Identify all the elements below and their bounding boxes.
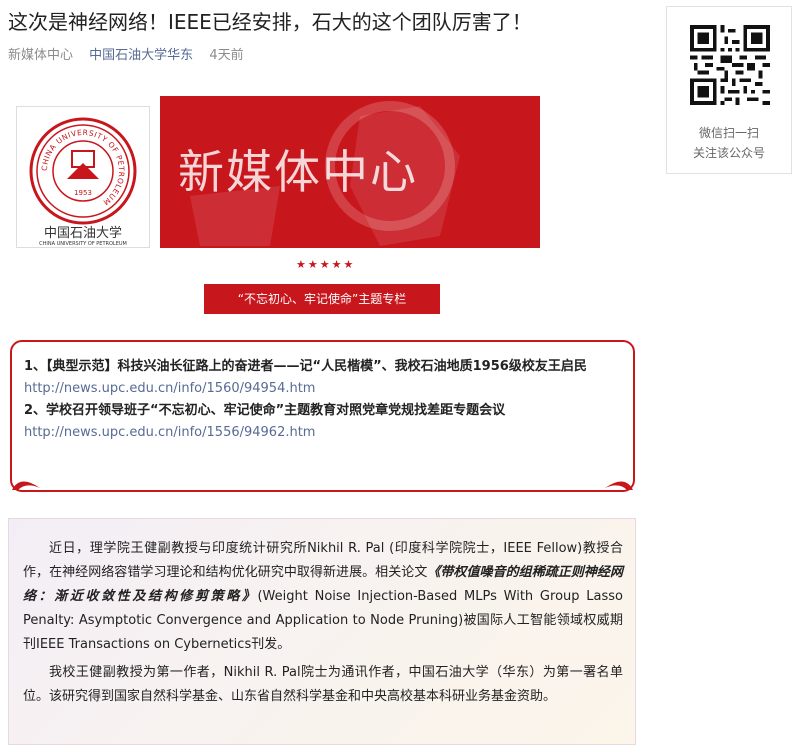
theme-column-button[interactable]: “不忘初心、牢记使命”主题专栏	[204, 284, 440, 314]
related-links-list: 1、【典型示范】科技兴油长征路上的奋进者——记“人民楷模”、我校石油地质1956…	[24, 356, 624, 444]
corner-ornament-left	[12, 481, 40, 490]
header-banner: CHINA UNIVERSITY OF PETROLEUM 1953 中国石油大…	[0, 88, 640, 328]
qr-caption-line2: 关注该公众号	[692, 146, 765, 160]
article-title: 这次是神经网络！IEEE已经安排，石大的这个团队厉害了！	[8, 10, 532, 34]
link-item-2-url[interactable]: http://news.upc.edu.cn/info/1556/94962.h…	[24, 422, 624, 444]
corner-ornament-right	[605, 481, 633, 490]
qr-caption-line1: 微信扫一扫	[698, 126, 759, 140]
link-item-1-url[interactable]: http://news.upc.edu.cn/info/1560/94954.h…	[24, 378, 624, 400]
qr-panel: 微信扫一扫 关注该公众号	[666, 6, 792, 174]
article-meta: 新媒体中心 中国石油大学华东 4天前	[8, 46, 244, 66]
publish-time: 4天前	[209, 48, 244, 63]
article-body: 近日，理学院王健副教授与印度统计研究所Nikhil R. Pal (印度科学院院…	[23, 537, 623, 713]
source-label: 新媒体中心	[8, 48, 74, 63]
link-item-1-title: 1、【典型示范】科技兴油长征路上的奋进者——记“人民楷模”、我校石油地质1956…	[24, 359, 587, 374]
svg-text:1953: 1953	[74, 189, 92, 197]
svg-text:中国石油大学: 中国石油大学	[44, 225, 122, 241]
account-link[interactable]: 中国石油大学华东	[89, 48, 193, 63]
article-body-box: 近日，理学院王健副教授与印度统计研究所Nikhil R. Pal (印度科学院院…	[8, 518, 636, 745]
university-seal-image: CHINA UNIVERSITY OF PETROLEUM 1953 中国石油大…	[29, 117, 137, 247]
link-item-2-title: 2、学校召开领导班子“不忘初心、牢记使命”主题教育对照党章党规找差距专题会议	[24, 403, 506, 418]
article-paragraph-1: 近日，理学院王健副教授与印度统计研究所Nikhil R. Pal (印度科学院院…	[23, 537, 623, 657]
panel-title: 新媒体中心	[178, 145, 418, 199]
qr-caption: 微信扫一扫 关注该公众号	[667, 123, 791, 163]
stars-decoration: ★★★★★	[296, 258, 356, 271]
new-media-center-panel: 新媒体中心	[160, 96, 540, 248]
university-logo: CHINA UNIVERSITY OF PETROLEUM 1953 中国石油大…	[16, 106, 150, 248]
related-links-box: 1、【典型示范】科技兴油长征路上的奋进者——记“人民楷模”、我校石油地质1956…	[10, 340, 635, 492]
qr-code-image	[690, 25, 770, 105]
svg-text:CHINA UNIVERSITY OF PETROLEUM: CHINA UNIVERSITY OF PETROLEUM	[39, 241, 127, 247]
article-paragraph-2: 我校王健副教授为第一作者，Nikhil R. Pal院士为通讯作者，中国石油大学…	[23, 665, 623, 704]
